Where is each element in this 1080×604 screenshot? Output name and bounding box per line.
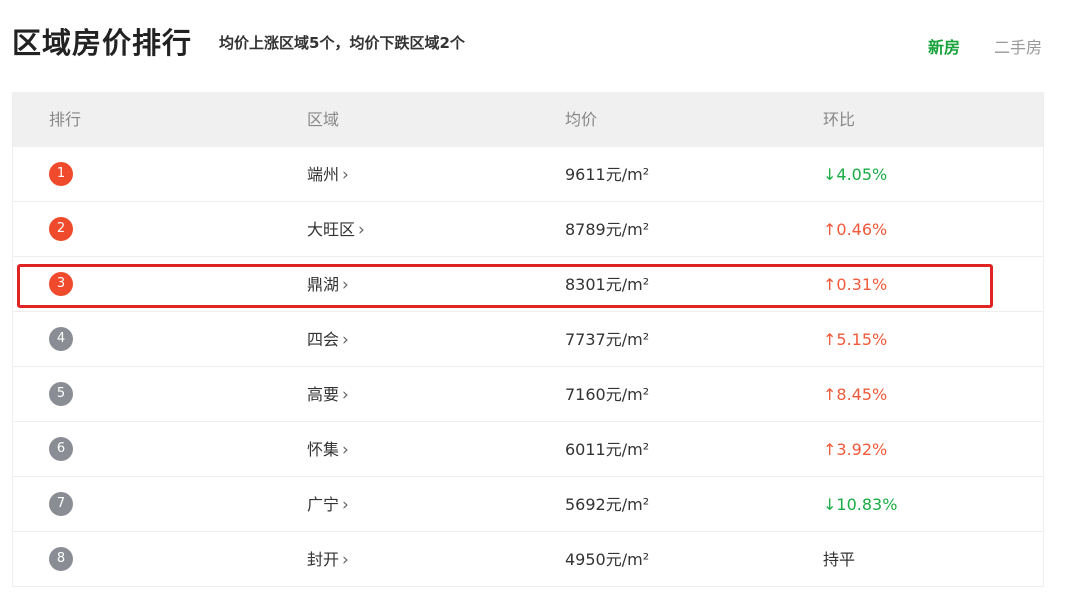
average-price: 9611元/m²	[565, 165, 650, 184]
chevron-right-icon: ›	[342, 550, 349, 570]
table-row: 7 广宁 › 5692元/m² ↓10.83%	[13, 477, 1043, 532]
rank-badge: 5	[49, 382, 73, 406]
month-over-month-change: ↑0.31%	[823, 275, 888, 294]
tab-new-house[interactable]: 新房	[928, 34, 960, 58]
table-row: 2 大旺区 › 8789元/m² ↑0.46%	[13, 202, 1043, 257]
average-price: 6011元/m²	[565, 440, 650, 459]
month-over-month-change: ↑5.15%	[823, 330, 888, 349]
column-header-rank: 排行	[49, 110, 82, 129]
chevron-right-icon: ›	[342, 495, 349, 515]
page-header: 区域房价排行 均价上涨区域5个，均价下跌区域2个 新房 二手房	[12, 0, 1068, 82]
table-header: 排行 区域 均价 环比	[13, 92, 1043, 147]
table-row: 8 封开 › 4950元/m² 持平	[13, 532, 1043, 587]
rank-badge: 6	[49, 437, 73, 461]
month-over-month-change: ↑3.92%	[823, 440, 888, 459]
average-price: 7160元/m²	[565, 385, 650, 404]
area-link[interactable]: 端州 ›	[307, 147, 349, 202]
area-link[interactable]: 怀集 ›	[307, 422, 349, 477]
house-type-tabs: 新房 二手房	[928, 34, 1042, 58]
chevron-right-icon: ›	[342, 165, 349, 185]
district-price-ranking-table: 排行 区域 均价 环比 1 端州 › 9611元/m² ↓4.05% 2 大旺区 ›…	[12, 92, 1044, 587]
column-header-area: 区域	[307, 110, 340, 129]
table-row: 5 高要 › 7160元/m² ↑8.45%	[13, 367, 1043, 422]
table-row: 3 鼎湖 › 8301元/m² ↑0.31%	[13, 257, 1043, 312]
area-name: 大旺区	[307, 220, 356, 239]
rank-badge: 3	[49, 272, 73, 296]
chevron-right-icon: ›	[342, 330, 349, 350]
average-price: 4950元/m²	[565, 550, 650, 569]
area-name: 高要	[307, 385, 340, 404]
tab-second-hand-house[interactable]: 二手房	[994, 34, 1042, 58]
area-link[interactable]: 四会 ›	[307, 312, 349, 367]
month-over-month-change: ↑8.45%	[823, 385, 888, 404]
month-over-month-change: ↓10.83%	[823, 495, 898, 514]
page-title: 区域房价排行	[12, 26, 193, 60]
area-name: 封开	[307, 550, 340, 569]
chevron-right-icon: ›	[342, 385, 349, 405]
area-link[interactable]: 大旺区 ›	[307, 202, 365, 257]
chevron-right-icon: ›	[358, 220, 365, 240]
column-header-change: 环比	[823, 110, 856, 129]
area-name: 四会	[307, 330, 340, 349]
rank-badge: 7	[49, 492, 73, 516]
average-price: 7737元/m²	[565, 330, 650, 349]
average-price: 5692元/m²	[565, 495, 650, 514]
column-header-price: 均价	[565, 110, 598, 129]
chevron-right-icon: ›	[342, 275, 349, 295]
area-name: 鼎湖	[307, 275, 340, 294]
average-price: 8301元/m²	[565, 275, 650, 294]
area-link[interactable]: 鼎湖 ›	[307, 257, 349, 312]
month-over-month-change: 持平	[823, 550, 856, 569]
area-name: 广宁	[307, 495, 340, 514]
price-summary: 均价上涨区域5个，均价下跌区域2个	[219, 34, 465, 52]
table-row: 1 端州 › 9611元/m² ↓4.05%	[13, 147, 1043, 202]
rank-badge: 1	[49, 162, 73, 186]
chevron-right-icon: ›	[342, 440, 349, 460]
rank-badge: 8	[49, 547, 73, 571]
area-name: 端州	[307, 165, 340, 184]
area-link[interactable]: 高要 ›	[307, 367, 349, 422]
table-row: 4 四会 › 7737元/m² ↑5.15%	[13, 312, 1043, 367]
table-row: 6 怀集 › 6011元/m² ↑3.92%	[13, 422, 1043, 477]
table-body: 1 端州 › 9611元/m² ↓4.05% 2 大旺区 › 8789元/m² ↑0…	[13, 147, 1043, 587]
average-price: 8789元/m²	[565, 220, 650, 239]
area-link[interactable]: 广宁 ›	[307, 477, 349, 532]
rank-badge: 4	[49, 327, 73, 351]
rank-badge: 2	[49, 217, 73, 241]
area-link[interactable]: 封开 ›	[307, 532, 349, 587]
area-name: 怀集	[307, 440, 340, 459]
month-over-month-change: ↓4.05%	[823, 165, 888, 184]
month-over-month-change: ↑0.46%	[823, 220, 888, 239]
